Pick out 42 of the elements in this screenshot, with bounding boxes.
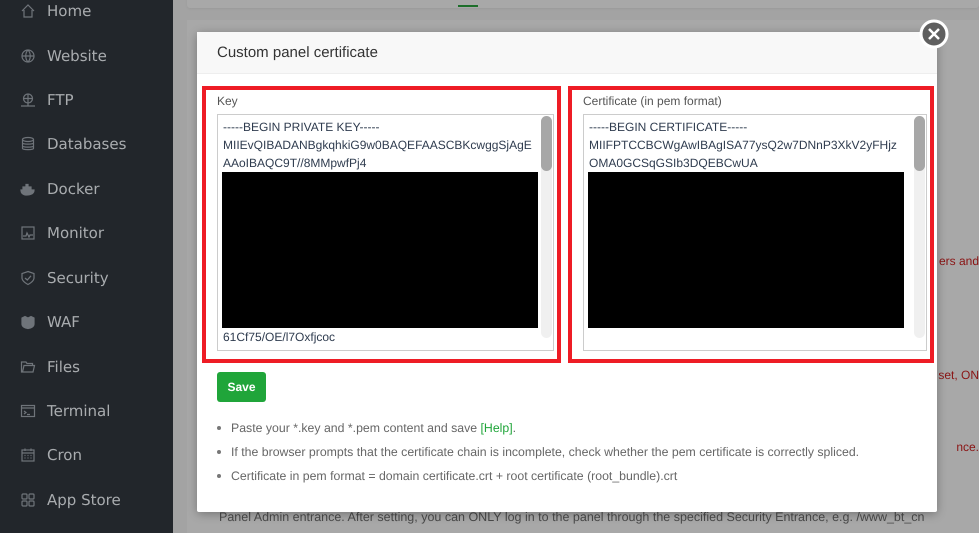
sidebar-item[interactable]: Databases (0, 122, 173, 167)
bullet-icon (217, 474, 221, 478)
bullet-icon (217, 426, 221, 430)
sidebar-item[interactable]: App Store (0, 478, 173, 522)
sidebar-item[interactable]: Monitor (0, 211, 173, 256)
warning-text: ers and (938, 254, 979, 268)
ftp-icon (20, 92, 36, 108)
terminal-icon (20, 403, 36, 419)
bullet-icon (217, 450, 221, 454)
tab-indicator (458, 5, 478, 7)
sidebar-item[interactable]: Website (0, 33, 173, 78)
shield-icon (20, 270, 36, 286)
description-text: Panel Admin entrance. After setting, you can ONLY log in to the panel through the specified Security Entrance, e.g. /www_bt_cn (219, 510, 925, 524)
field-label: Key (217, 94, 239, 110)
close-icon[interactable] (919, 19, 949, 49)
scrollbar[interactable] (541, 116, 552, 338)
note-text: If the browser prompts that the certificate chain is incomplete, check whether the pem certificate is correctly spliced. (231, 445, 860, 459)
apps-icon (20, 492, 36, 508)
globe-icon (20, 48, 36, 64)
monitor-icon (20, 225, 36, 242)
sidebar-item[interactable]: WAF (0, 300, 173, 344)
database-icon (20, 136, 36, 152)
sidebar-item[interactable]: Files (0, 344, 173, 389)
text-area[interactable]: -----BEGIN PRIVATE KEY----- MIIEvQIBADANBgkqhkiG9w0BAQEFAASCBKcwggSjAgE AAoIBAQC9T//8MMpwfPj4 61Cf75/OE/l7Oxfjcoc (217, 114, 554, 351)
warning-text: set, ON (938, 368, 979, 382)
sidebar-item[interactable]: Security (0, 256, 173, 300)
field-label: Certificate (in pem format) (583, 94, 723, 110)
folder-icon (20, 358, 36, 375)
note-text: Certificate in pem format = domain certificate.crt + root certificate (root_bundle).crt (231, 469, 678, 483)
calendar-icon (20, 447, 36, 464)
dialog-title: Custom panel certificate (217, 44, 378, 61)
text-area[interactable]: -----BEGIN CERTIFICATE----- MIIFPTCCBCWgAwIBAgISA77ysQ2w7DNnP3XkV2yFHjz OMA0GCSqGSIb3DQEBCwUA (583, 114, 927, 351)
sidebar-item[interactable]: FTP (0, 78, 173, 122)
warning-text: nce. (956, 440, 979, 454)
sidebar-item[interactable]: Home (0, 0, 173, 34)
waf-icon (20, 314, 36, 330)
sidebar-item[interactable]: Docker (0, 166, 173, 212)
sidebar-item[interactable]: Terminal (0, 388, 173, 434)
note-text: Paste your *.key and *.pem content and save [Help]. (231, 421, 516, 435)
home-icon (20, 3, 36, 20)
sidebar-item[interactable]: Cron (0, 433, 173, 478)
scrollbar[interactable] (914, 116, 925, 338)
